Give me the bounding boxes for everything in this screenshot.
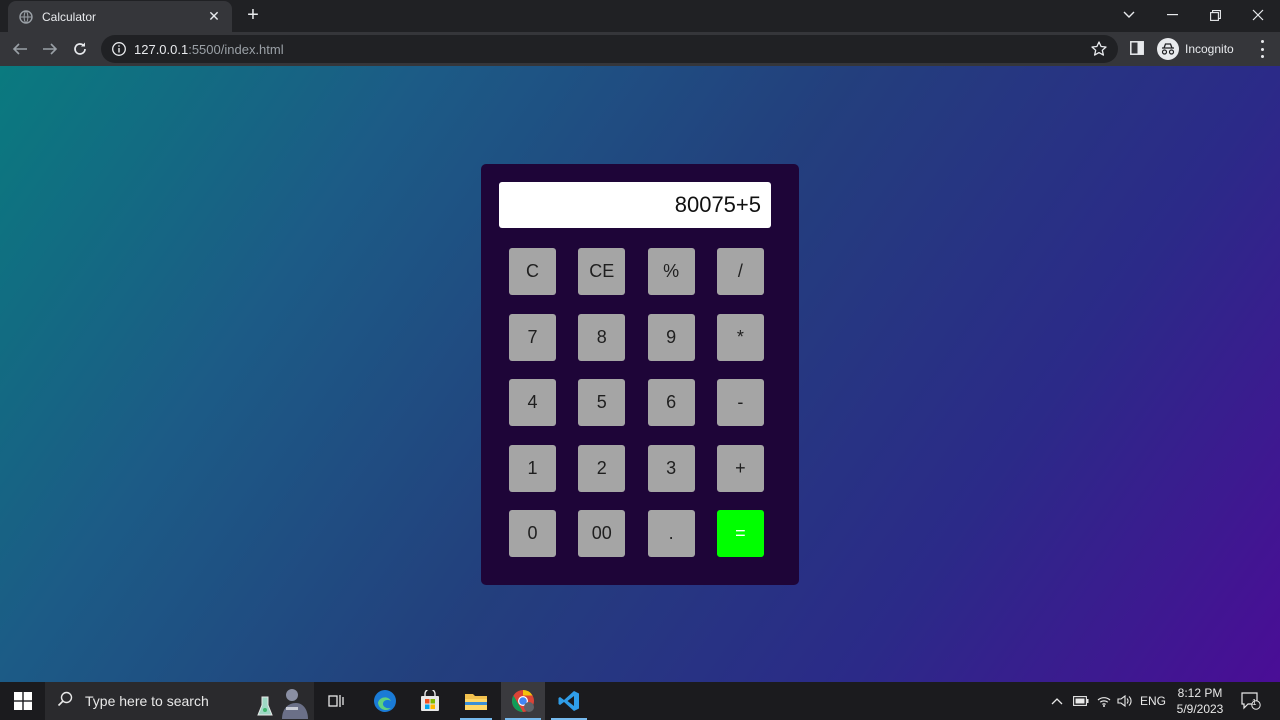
language-indicator[interactable]: ENG: [1138, 693, 1168, 709]
search-highlight-illustration: [248, 685, 310, 719]
wifi-icon[interactable]: [1096, 693, 1112, 709]
notification-count: 1: [1252, 698, 1257, 707]
digit-3-button[interactable]: 3: [647, 444, 695, 492]
file-explorer-icon[interactable]: [462, 687, 490, 715]
digit-2-button[interactable]: 2: [578, 444, 626, 492]
taskbar-search-box[interactable]: Type here to search: [45, 682, 314, 720]
clock-time: 8:12 PM: [1177, 686, 1223, 700]
tab-close-icon[interactable]: ✕: [206, 8, 222, 25]
clock-date: 5/9/2023: [1176, 702, 1224, 716]
digit-6-button[interactable]: 6: [647, 379, 695, 427]
site-info-icon[interactable]: [111, 41, 127, 57]
add-button[interactable]: +: [716, 444, 764, 492]
browser-toolbar: 127.0.0.1:5500/index.html Incognito: [0, 32, 1280, 66]
clear-button[interactable]: C: [509, 248, 556, 295]
globe-icon: [18, 9, 34, 25]
url-path: :5500/index.html: [188, 42, 284, 57]
digit-0-button[interactable]: 0: [509, 510, 556, 558]
equals-button[interactable]: =: [716, 510, 764, 558]
task-view-icon[interactable]: [323, 687, 351, 715]
show-hidden-icons-icon[interactable]: [1050, 693, 1064, 709]
divide-button[interactable]: /: [716, 248, 764, 295]
incognito-label: Incognito: [1185, 42, 1234, 56]
edge-browser-icon[interactable]: [371, 687, 399, 715]
incognito-icon: [1157, 38, 1179, 60]
windows-taskbar: Type here to search ENG 8:12 PM 5/9/2023: [0, 682, 1280, 720]
battery-icon[interactable]: [1072, 693, 1090, 709]
percent-button[interactable]: %: [647, 248, 695, 295]
digit-1-button[interactable]: 1: [509, 444, 556, 492]
tab-search-chevron-icon[interactable]: [1107, 0, 1151, 30]
address-bar[interactable]: 127.0.0.1:5500/index.html: [101, 35, 1118, 63]
digit-7-button[interactable]: 7: [509, 313, 556, 361]
incognito-badge[interactable]: Incognito: [1157, 37, 1234, 61]
minimize-icon[interactable]: [1150, 0, 1194, 30]
page-background: 80075+5 C CE%/7 8 9 * 4 5 6-1 2 3 +0 00. =: [0, 66, 1280, 682]
calculator: 80075+5 C CE%/7 8 9 * 4 5 6-1 2 3 +0 00. =: [481, 164, 799, 585]
windows-start-icon[interactable]: [0, 682, 45, 720]
digit-4-button[interactable]: 4: [509, 379, 556, 427]
bookmark-star-icon[interactable]: [1090, 40, 1108, 58]
new-tab-button[interactable]: +: [243, 5, 263, 25]
restore-icon[interactable]: [1193, 0, 1237, 30]
tab-title: Calculator: [42, 9, 97, 24]
browser-tabstrip: Calculator ✕ +: [0, 0, 1280, 32]
system-clock[interactable]: 8:12 PM 5/9/2023: [1170, 685, 1230, 717]
volume-icon[interactable]: [1116, 693, 1134, 709]
subtract-button[interactable]: -: [716, 379, 764, 427]
side-panel-icon[interactable]: [1130, 41, 1144, 55]
search-placeholder: Type here to search: [85, 693, 209, 709]
double-zero-button[interactable]: 00: [578, 510, 626, 558]
close-window-icon[interactable]: [1236, 0, 1280, 30]
browser-tab[interactable]: Calculator ✕: [8, 1, 232, 32]
microsoft-store-icon[interactable]: [416, 687, 444, 715]
search-icon: [57, 691, 73, 712]
decimal-button[interactable]: .: [647, 510, 695, 558]
chrome-incognito-icon[interactable]: [509, 687, 537, 715]
forward-icon[interactable]: [39, 38, 61, 60]
digit-8-button[interactable]: 8: [578, 313, 626, 361]
multiply-button[interactable]: *: [716, 313, 764, 361]
clear-entry-button[interactable]: CE: [578, 248, 626, 295]
digit-9-button[interactable]: 9: [647, 313, 695, 361]
reload-icon[interactable]: [69, 38, 91, 60]
url-host: 127.0.0.1: [134, 42, 189, 57]
digit-5-button[interactable]: 5: [578, 379, 626, 427]
back-icon[interactable]: [9, 38, 31, 60]
notification-center-icon[interactable]: 1: [1240, 692, 1262, 710]
browser-menu-icon[interactable]: [1255, 40, 1269, 58]
url-text: 127.0.0.1:5500/index.html: [134, 42, 284, 57]
calculator-display[interactable]: 80075+5: [499, 182, 771, 228]
vscode-icon[interactable]: [555, 687, 583, 715]
